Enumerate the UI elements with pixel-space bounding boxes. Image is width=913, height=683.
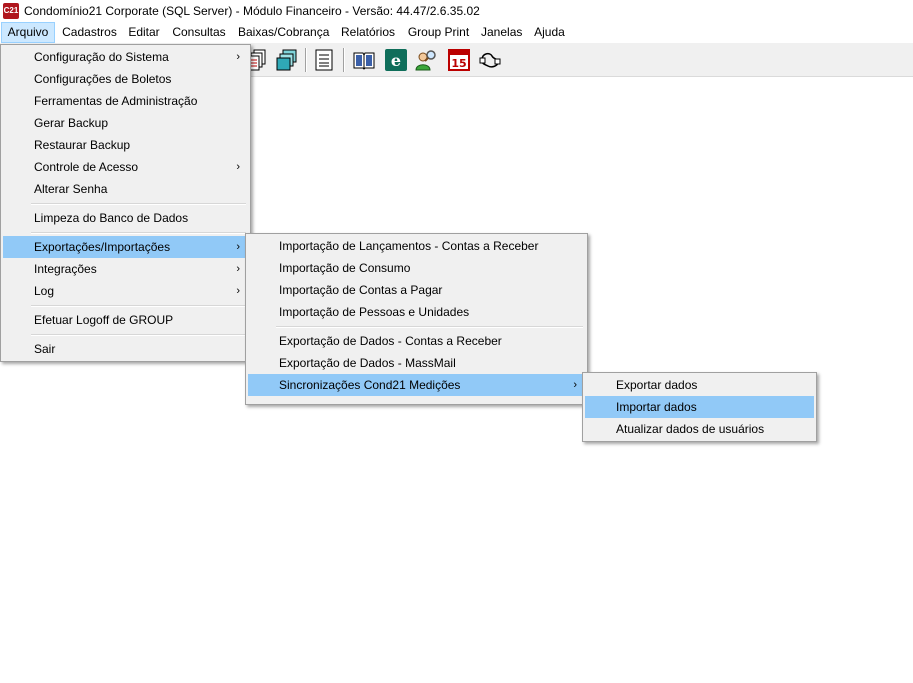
menu-baixas-cobranca[interactable]: Baixas/Cobrança	[238, 22, 329, 43]
menu-item-restaurar-backup[interactable]: Restaurar Backup	[3, 134, 248, 156]
calendar-day-text: 15	[451, 57, 466, 70]
chevron-right-icon: ›	[236, 285, 240, 297]
menu-janelas[interactable]: Janelas	[481, 22, 522, 43]
menu-item-efetuar-logoff[interactable]: Efetuar Logoff de GROUP	[3, 309, 248, 331]
menu-item-label: Exportação de Dados - MassMail	[279, 356, 456, 370]
menu-item-alterar-senha[interactable]: Alterar Senha	[3, 178, 248, 200]
menu-separator	[31, 232, 246, 234]
toolbar-separator	[305, 48, 307, 72]
e-logo-icon[interactable]: e	[384, 48, 408, 72]
menu-item-limpeza-banco[interactable]: Limpeza do Banco de Dados	[3, 207, 248, 229]
menu-item-label: Ferramentas de Administração	[34, 94, 198, 108]
menu-item-label: Alterar Senha	[34, 182, 108, 196]
menu-item-importacao-contas-pagar[interactable]: Importação de Contas a Pagar	[248, 279, 585, 301]
book-icon[interactable]	[352, 48, 376, 72]
sync-submenu: Exportar dados Importar dados Atualizar …	[582, 372, 817, 442]
menu-item-label: Atualizar dados de usuários	[616, 422, 765, 436]
menu-item-exportacao-massmail[interactable]: Exportação de Dados - MassMail	[248, 352, 585, 374]
menu-item-importacao-consumo[interactable]: Importação de Consumo	[248, 257, 585, 279]
menu-item-importar-dados[interactable]: Importar dados	[585, 396, 814, 418]
menu-item-ferramentas-administracao[interactable]: Ferramentas de Administração	[3, 90, 248, 112]
menu-item-label: Sincronizações Cond21 Medições	[279, 378, 461, 392]
connection-plug-icon[interactable]	[478, 48, 502, 72]
title-bar: C21 Condomínio21 Corporate (SQL Server) …	[0, 0, 913, 22]
menu-item-log[interactable]: Log ›	[3, 280, 248, 302]
menu-consultas[interactable]: Consultas	[172, 22, 226, 43]
menu-separator	[31, 305, 246, 307]
menu-item-label: Importação de Contas a Pagar	[279, 283, 443, 297]
menu-item-configuracoes-boletos[interactable]: Configurações de Boletos	[3, 68, 248, 90]
menu-item-label: Importar dados	[616, 400, 697, 414]
menu-bar: Arquivo Cadastros Editar Consultas Baixa…	[0, 22, 913, 44]
svg-text:e: e	[391, 51, 401, 70]
menu-item-importacao-pessoas-unidades[interactable]: Importação de Pessoas e Unidades	[248, 301, 585, 323]
menu-item-controle-acesso[interactable]: Controle de Acesso ›	[3, 156, 248, 178]
menu-cadastros[interactable]: Cadastros	[62, 22, 117, 43]
menu-editar[interactable]: Editar	[128, 22, 160, 43]
menu-item-integracoes[interactable]: Integrações ›	[3, 258, 248, 280]
menu-group-print[interactable]: Group Print	[407, 22, 470, 43]
menu-item-label: Controle de Acesso	[34, 160, 139, 174]
menu-item-sair[interactable]: Sair	[3, 338, 248, 360]
menu-arquivo[interactable]: Arquivo	[1, 22, 55, 43]
menu-item-sincronizacoes-cond21[interactable]: Sincronizações Cond21 Medições ›	[248, 374, 585, 396]
chevron-right-icon: ›	[236, 263, 240, 275]
menu-relatorios[interactable]: Relatórios	[340, 22, 396, 43]
menu-separator	[276, 326, 583, 328]
menu-item-label: Importação de Lançamentos - Contas a Rec…	[279, 239, 539, 253]
menu-item-label: Exportações/Importações	[34, 240, 171, 254]
chevron-right-icon: ›	[236, 51, 240, 63]
menu-item-label: Limpeza do Banco de Dados	[34, 211, 189, 225]
menu-item-label: Configurações de Boletos	[34, 72, 172, 86]
menu-item-configuracao-sistema[interactable]: Configuração do Sistema ›	[3, 46, 248, 68]
arquivo-menu: Configuração do Sistema › Configurações …	[0, 44, 251, 362]
menu-item-exportacao-contas-receber[interactable]: Exportação de Dados - Contas a Receber	[248, 330, 585, 352]
chevron-right-icon: ›	[236, 161, 240, 173]
report-document-icon[interactable]	[312, 48, 336, 72]
menu-item-label: Integrações	[34, 262, 97, 276]
menu-ajuda[interactable]: Ajuda	[532, 22, 567, 43]
calendar-icon[interactable]: 15	[447, 48, 471, 72]
menu-item-importacao-lancamentos[interactable]: Importação de Lançamentos - Contas a Rec…	[248, 235, 585, 257]
app-logo-icon: C21	[3, 3, 19, 19]
menu-item-gerar-backup[interactable]: Gerar Backup	[3, 112, 248, 134]
menu-item-label: Exportação de Dados - Contas a Receber	[279, 334, 502, 348]
menu-item-exportacoes-importacoes[interactable]: Exportações/Importações ›	[3, 236, 248, 258]
menu-item-label: Configuração do Sistema	[34, 50, 169, 64]
menu-item-atualizar-usuarios[interactable]: Atualizar dados de usuários	[585, 418, 814, 440]
database-stack-icon[interactable]	[275, 48, 299, 72]
menu-item-label: Efetuar Logoff de GROUP	[34, 313, 174, 327]
window-title: Condomínio21 Corporate (SQL Server) - Mó…	[24, 4, 480, 18]
menu-item-label: Importação de Consumo	[279, 261, 411, 275]
menu-item-label: Exportar dados	[616, 378, 698, 392]
chevron-right-icon: ›	[573, 379, 577, 391]
menu-item-label: Importação de Pessoas e Unidades	[279, 305, 470, 319]
menu-item-label: Log	[34, 284, 55, 298]
menu-item-exportar-dados[interactable]: Exportar dados	[585, 374, 814, 396]
menu-item-label: Gerar Backup	[34, 116, 109, 130]
user-search-icon[interactable]	[414, 48, 438, 72]
export-import-submenu: Importação de Lançamentos - Contas a Rec…	[245, 233, 588, 405]
menu-separator	[31, 334, 246, 336]
menu-separator	[31, 203, 246, 205]
chevron-right-icon: ›	[236, 241, 240, 253]
menu-item-label: Restaurar Backup	[34, 138, 131, 152]
menu-item-label: Sair	[34, 342, 56, 356]
toolbar-separator	[343, 48, 345, 72]
